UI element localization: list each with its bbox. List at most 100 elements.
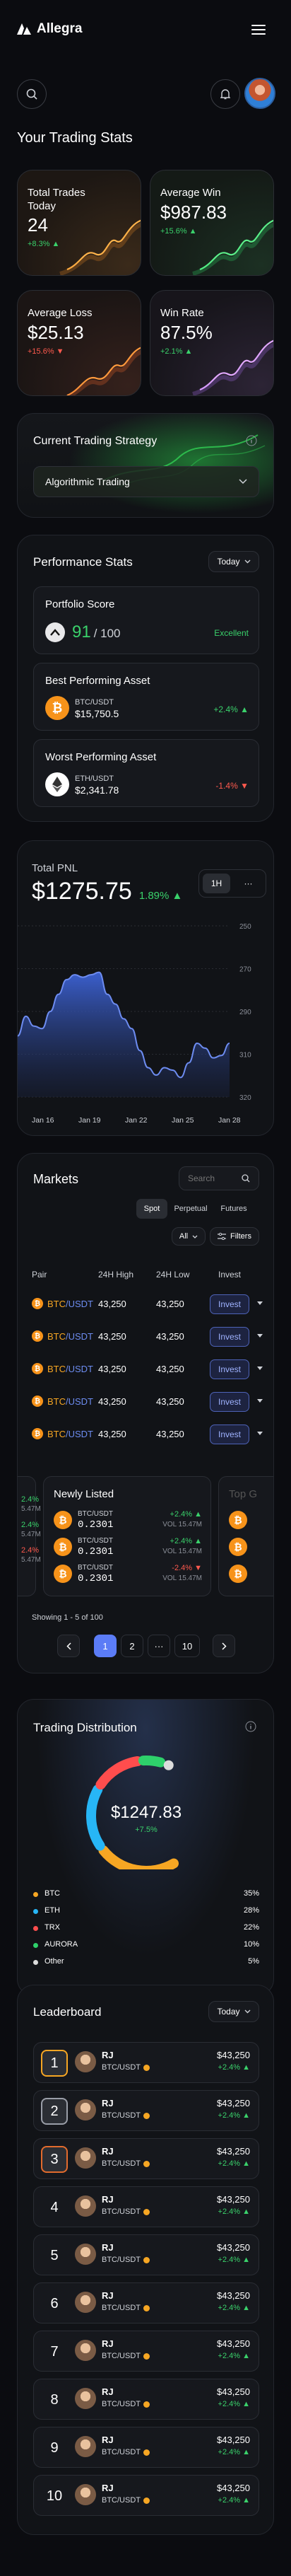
invest-button[interactable]: Invest bbox=[210, 1392, 249, 1412]
trader-change: +2.4% ▲ bbox=[218, 2400, 250, 2408]
market-high: 43,250 bbox=[98, 1429, 126, 1439]
tab-perpetual[interactable]: Perpetual bbox=[169, 1199, 213, 1219]
trader-value: $43,250 bbox=[217, 2146, 250, 2157]
markets-search[interactable] bbox=[179, 1166, 259, 1190]
y-tick-label: 310 bbox=[239, 1052, 251, 1060]
leaderboard-row[interactable]: 3 RJ BTC/USDT $43,250 +2.4% ▲ bbox=[33, 2138, 259, 2179]
listed-item[interactable]: ₿ BTC/USDT 0.2301 -2.4% ▼ VOL 15.47M bbox=[44, 1562, 212, 1586]
pnl-label: Total PNL bbox=[32, 862, 78, 874]
leaderboard-row[interactable]: 8 RJ BTC/USDT $43,250 +2.4% ▲ bbox=[33, 2379, 259, 2420]
invest-button[interactable]: Invest bbox=[210, 1359, 249, 1379]
prev-page-button[interactable] bbox=[57, 1635, 80, 1657]
info-icon[interactable] bbox=[245, 1721, 256, 1732]
listed-item[interactable]: ₿ BTC/USDT 0.2301 +2.4% ▲ VOL 15.47M bbox=[44, 1508, 212, 1532]
leaderboard-row[interactable]: 2 RJ BTC/USDT $43,250 +2.4% ▲ bbox=[33, 2090, 259, 2131]
market-row[interactable]: ₿ BTC/USDT 43,250 43,250 Invest bbox=[18, 1390, 273, 1414]
stat-change: +8.3% ▲ bbox=[28, 240, 60, 248]
y-tick-label: 270 bbox=[239, 966, 251, 974]
stat-card: Total Trades Today 24 +8.3% ▲ bbox=[17, 170, 141, 276]
legend-dot bbox=[33, 1892, 38, 1897]
distribution-title: Trading Distribution bbox=[33, 1721, 137, 1734]
coin-icon bbox=[143, 2160, 150, 2167]
trader-pair: BTC/USDT bbox=[102, 2496, 150, 2505]
page-10[interactable]: 10 bbox=[174, 1635, 200, 1657]
tab-futures[interactable]: Futures bbox=[214, 1199, 254, 1219]
range-1h[interactable]: 1H bbox=[203, 874, 230, 893]
leaderboard-row[interactable]: 10 RJ BTC/USDT $43,250 +2.4% ▲ bbox=[33, 2475, 259, 2516]
page-1[interactable]: 1 bbox=[94, 1635, 117, 1657]
listed-pair: BTC/USDT bbox=[78, 1564, 113, 1572]
chevron-down-icon[interactable] bbox=[256, 1431, 263, 1436]
pnl-change: 1.89% ▲ bbox=[138, 890, 183, 902]
trader-value: $43,250 bbox=[217, 2483, 250, 2493]
leaderboard-row[interactable]: 9 RJ BTC/USDT $43,250 +2.4% ▲ bbox=[33, 2427, 259, 2468]
portfolio-score-rating: Excellent bbox=[214, 628, 249, 638]
bitcoin-icon: ₿ bbox=[32, 1298, 43, 1309]
leaderboard-rank: 6 bbox=[50, 2295, 59, 2311]
avatar[interactable] bbox=[244, 78, 275, 109]
menu-icon[interactable] bbox=[251, 24, 266, 35]
bitcoin-icon: ₿ bbox=[32, 1330, 43, 1342]
avatar bbox=[75, 2340, 96, 2361]
leaderboard-card: Leaderboard Today 1 RJ BTC/USDT $43,250 +2.4… bbox=[17, 1985, 274, 2535]
notifications-button[interactable] bbox=[210, 79, 240, 109]
chevron-down-icon[interactable] bbox=[256, 1366, 263, 1371]
bitcoin-icon: ₿ bbox=[54, 1538, 72, 1556]
listed-item[interactable]: ₿ BTC/USDT 0.2301 +2.4% ▲ VOL 15.47M bbox=[44, 1535, 212, 1559]
leaderboard-row[interactable]: 6 RJ BTC/USDT $43,250 +2.4% ▲ bbox=[33, 2282, 259, 2323]
trader-change: +2.4% ▲ bbox=[218, 2448, 250, 2456]
portfolio-score-value: 91 bbox=[72, 622, 91, 642]
listed-card-prev: 2.4% 5.47M 2.4% 5.47M 2.4% 5.47M bbox=[18, 1476, 41, 1596]
trader-pair: BTC/USDT bbox=[102, 2207, 150, 2216]
filters-button[interactable]: Filters bbox=[210, 1227, 259, 1246]
app-logo[interactable]: Allegra bbox=[17, 21, 82, 37]
chevron-down-icon[interactable] bbox=[256, 1333, 263, 1338]
bitcoin-icon: ₿ bbox=[32, 1396, 43, 1407]
market-low: 43,250 bbox=[156, 1429, 184, 1439]
market-row[interactable]: ₿ BTC/USDT 43,250 43,250 Invest bbox=[18, 1325, 273, 1349]
next-page-button[interactable] bbox=[213, 1635, 235, 1657]
market-row[interactable]: ₿ BTC/USDT 43,250 43,250 Invest bbox=[18, 1357, 273, 1381]
market-high: 43,250 bbox=[98, 1299, 126, 1309]
listed-volume: VOL 15.47M bbox=[162, 1548, 202, 1555]
sliders-icon bbox=[218, 1233, 227, 1240]
leaderboard-row[interactable]: 4 RJ BTC/USDT $43,250 +2.4% ▲ bbox=[33, 2186, 259, 2227]
trader-value: $43,250 bbox=[217, 2338, 250, 2349]
markets-search-input[interactable] bbox=[188, 1173, 237, 1183]
trader-change: +2.4% ▲ bbox=[218, 2111, 250, 2120]
pnl-chart: 250 270 290 310 320 Jan 16 Jan 19 Jan 22 Jan 25 J… bbox=[18, 923, 251, 1125]
invest-button[interactable]: Invest bbox=[210, 1425, 249, 1444]
market-row[interactable]: ₿ BTC/USDT 43,250 43,250 Invest bbox=[18, 1422, 273, 1446]
y-tick-label: 250 bbox=[239, 923, 251, 931]
market-low: 43,250 bbox=[156, 1299, 184, 1309]
filter-all-select[interactable]: All bbox=[172, 1227, 206, 1246]
search-button[interactable] bbox=[17, 79, 47, 109]
leaderboard-rank: 3 bbox=[41, 2146, 68, 2173]
range-more[interactable]: ··· bbox=[234, 874, 262, 893]
tab-spot[interactable]: Spot bbox=[136, 1199, 167, 1219]
trader-value: $43,250 bbox=[217, 2290, 250, 2301]
strategy-select[interactable]: Algorithmic Trading bbox=[33, 466, 259, 497]
trader-change: +2.4% ▲ bbox=[218, 2496, 250, 2505]
info-icon[interactable] bbox=[246, 435, 257, 446]
trader-name: RJ bbox=[102, 2290, 114, 2301]
stat-value: $987.83 bbox=[160, 202, 227, 223]
distribution-card: Trading Distribution $1247.83 +7.5% BTC 3… bbox=[17, 1699, 274, 1996]
chevron-right-icon bbox=[221, 1642, 227, 1650]
market-row[interactable]: ₿ BTC/USDT 43,250 43,250 Invest bbox=[18, 1292, 273, 1316]
leaderboard-period-select[interactable]: Today bbox=[208, 2001, 259, 2022]
invest-button[interactable]: Invest bbox=[210, 1294, 249, 1314]
best-asset-pair: BTC/USDT bbox=[75, 698, 114, 707]
chevron-down-icon[interactable] bbox=[256, 1398, 263, 1403]
leaderboard-row[interactable]: 5 RJ BTC/USDT $43,250 +2.4% ▲ bbox=[33, 2234, 259, 2275]
leaderboard-row[interactable]: 7 RJ BTC/USDT $43,250 +2.4% ▲ bbox=[33, 2331, 259, 2372]
chevron-down-icon[interactable] bbox=[256, 1301, 263, 1306]
invest-button[interactable]: Invest bbox=[210, 1327, 249, 1347]
trader-pair: BTC/USDT bbox=[102, 2111, 150, 2120]
best-asset-change: +2.4% ▲ bbox=[213, 704, 249, 714]
trader-value: $43,250 bbox=[217, 2098, 250, 2108]
leaderboard-row[interactable]: 1 RJ BTC/USDT $43,250 +2.4% ▲ bbox=[33, 2042, 259, 2083]
period-select[interactable]: Today bbox=[208, 551, 259, 572]
worst-asset-change: -1.4% ▼ bbox=[215, 781, 249, 791]
page-2[interactable]: 2 bbox=[121, 1635, 143, 1657]
